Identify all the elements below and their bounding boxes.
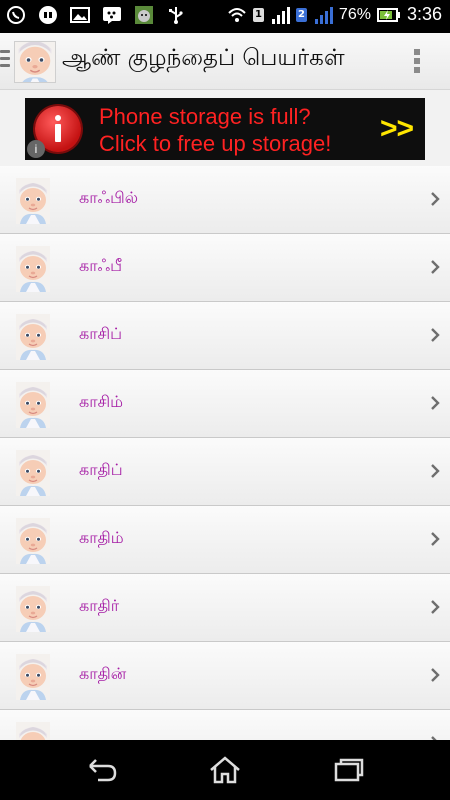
sim2-badge: 2 [295, 7, 307, 22]
battery-percent: 76% [338, 5, 371, 23]
baby-name: காதிப் [79, 460, 123, 479]
hike-icon [39, 6, 57, 24]
image-icon [70, 7, 90, 23]
baby-name: காதிம் [79, 528, 124, 547]
baby-thumbnail [16, 450, 50, 496]
system-icons: 1 2 76% 3:36 [227, 4, 442, 25]
list-item[interactable]: காதிப் [0, 438, 450, 506]
recents-icon[interactable] [331, 754, 367, 786]
status-bar: 1 2 76% 3:36 [0, 0, 450, 33]
baby-name: காசிம் [79, 392, 123, 411]
chevron-right-icon [431, 532, 440, 546]
wifi-icon [228, 7, 246, 22]
baby-name: காசிப் [79, 324, 123, 343]
ad-arrows: >> [379, 112, 414, 145]
chevron-right-icon [431, 328, 440, 342]
signal-icon [314, 6, 333, 24]
baby-thumbnail [16, 178, 50, 224]
signal-icon [271, 6, 290, 24]
whatsapp-icon [7, 6, 25, 24]
list-item[interactable]: காசிம் [0, 370, 450, 438]
chevron-right-icon [431, 396, 440, 410]
ad-line-2: Click to free up storage! [99, 131, 332, 156]
notification-icons [6, 5, 186, 25]
chevron-right-icon [431, 260, 440, 274]
home-icon[interactable] [207, 754, 243, 786]
app-bar: ஆண் குழந்தைப் பெயர்கள் [0, 33, 450, 90]
baby-thumbnail [16, 722, 50, 740]
drawer-menu-icon[interactable] [0, 50, 10, 72]
ad-line-1: Phone storage is full? [99, 104, 311, 129]
cat-game-icon [135, 6, 153, 24]
chevron-right-icon [431, 668, 440, 682]
navigation-bar [0, 740, 450, 800]
baby-thumbnail [16, 654, 50, 700]
baby-thumbnail [16, 382, 50, 428]
list-item[interactable]: காஃபீ [0, 234, 450, 302]
baby-thumbnail [16, 314, 50, 360]
list-item[interactable] [0, 710, 450, 740]
list-item[interactable]: காசிப் [0, 302, 450, 370]
overflow-menu-icon[interactable] [414, 49, 420, 75]
back-icon[interactable] [84, 754, 120, 786]
baby-thumbnail [16, 518, 50, 564]
ad-choices-icon[interactable]: i [27, 140, 45, 158]
baby-name: காஃபில் [79, 188, 139, 207]
chevron-right-icon [431, 600, 440, 614]
battery-charging-icon [376, 7, 400, 22]
page-title: ஆண் குழந்தைப் பெயர்கள் [62, 45, 345, 71]
baby-name: காதிர் [79, 596, 120, 615]
baby-thumbnail [16, 586, 50, 632]
list-item[interactable]: காதிர் [0, 574, 450, 642]
baby-name: காஃபீ [79, 256, 123, 275]
chevron-right-icon [431, 192, 440, 206]
name-list: காஃபில் காஃபீ காசிப் காசிம் காதிப் காதிம் காதி… [0, 166, 450, 740]
bbm-icon [103, 7, 121, 24]
list-item[interactable]: காஃபில் [0, 166, 450, 234]
list-item[interactable]: காதிம் [0, 506, 450, 574]
clock: 3:36 [406, 4, 442, 24]
baby-name: காதின் [79, 664, 127, 683]
app-icon[interactable] [14, 41, 56, 83]
sim1-badge: 1 [252, 7, 264, 22]
list-item[interactable]: காதின் [0, 642, 450, 710]
chevron-right-icon [431, 464, 440, 478]
baby-thumbnail [16, 246, 50, 292]
usb-icon [169, 7, 183, 24]
ad-banner[interactable]: Phone storage is full? Click to free up … [25, 98, 425, 160]
